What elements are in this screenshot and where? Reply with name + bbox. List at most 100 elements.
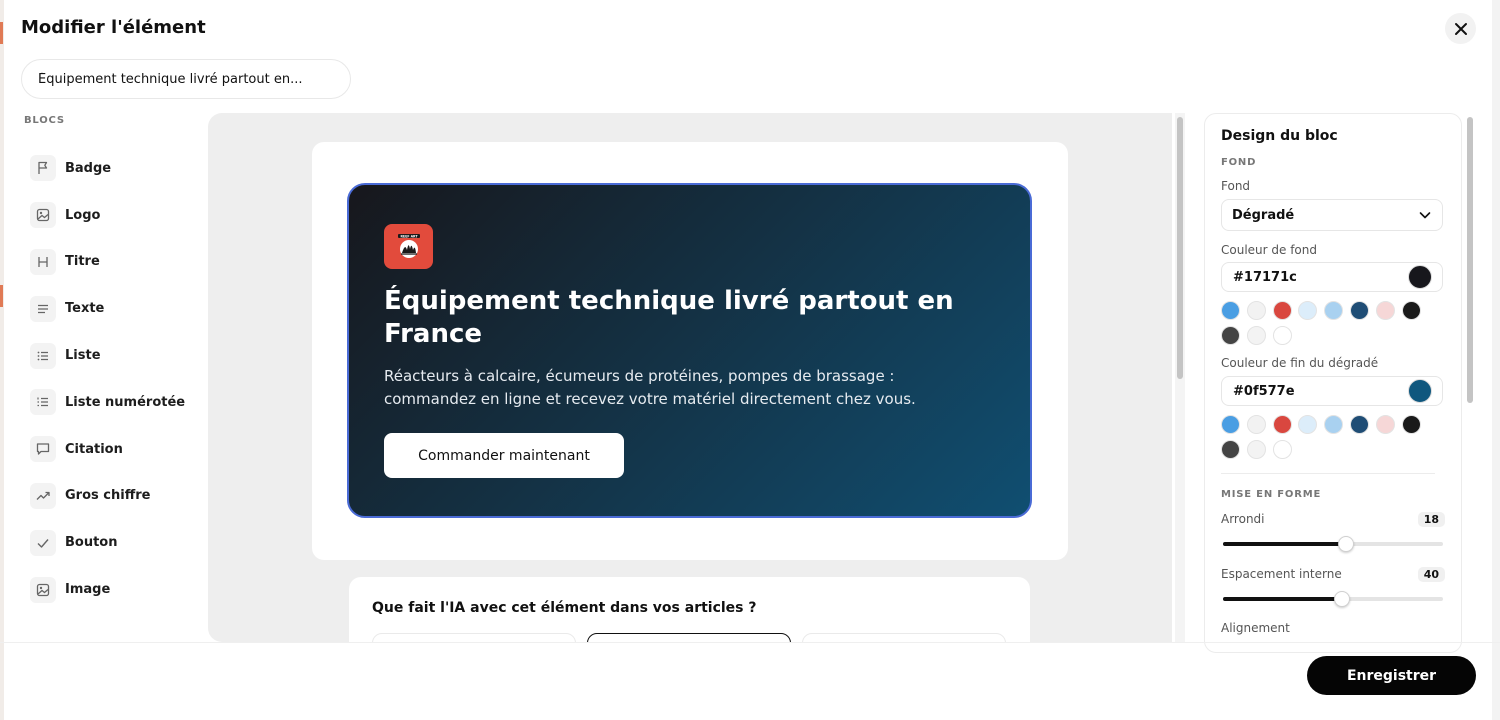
close-button[interactable] [1445, 13, 1476, 44]
block-item-label: Liste numérotée [65, 394, 186, 410]
bg-color-label: Couleur de fond [1221, 243, 1317, 257]
color-swatch[interactable] [1221, 440, 1240, 459]
blocks-heading: BLOCS [24, 115, 65, 126]
ai-option[interactable] [802, 633, 1006, 642]
bg-swatch-grid [1221, 301, 1443, 345]
block-item-label: Liste [65, 348, 101, 364]
block-item-label: Gros chiffre [65, 488, 151, 504]
fond-label: Fond [1221, 179, 1251, 193]
color-swatch[interactable] [1349, 301, 1369, 320]
color-swatch[interactable] [1272, 326, 1292, 345]
color-swatch[interactable] [1221, 415, 1240, 434]
color-swatch[interactable] [1246, 415, 1266, 434]
canvas-scrollbar[interactable] [1175, 113, 1185, 642]
footer-divider [0, 642, 1500, 643]
color-swatch[interactable] [1401, 415, 1421, 434]
divider [1221, 473, 1435, 474]
block-item-liste-numerotee[interactable]: Liste numérotée [30, 379, 205, 426]
radius-label: Arrondi [1221, 512, 1265, 526]
alignment-label: Alignement [1221, 621, 1290, 635]
end-color-preview[interactable] [1408, 379, 1432, 403]
image-icon [36, 583, 50, 596]
block-item-label: Logo [65, 207, 101, 223]
slider-handle[interactable] [1338, 536, 1355, 552]
element-name-input[interactable] [21, 59, 351, 99]
block-item-gros-chiffre[interactable]: Gros chiffre [30, 473, 205, 520]
right-edge-strip [1492, 0, 1500, 720]
block-item-bouton[interactable]: Bouton [30, 519, 205, 566]
slider-handle[interactable] [1333, 591, 1350, 607]
flag-icon [38, 162, 48, 175]
ai-option[interactable] [372, 633, 576, 642]
block-item-titre[interactable]: Titre [30, 239, 205, 286]
color-swatch[interactable] [1272, 415, 1292, 434]
block-item-label: Citation [65, 441, 123, 457]
color-swatch[interactable] [1246, 440, 1266, 459]
end-swatch-grid [1221, 415, 1443, 459]
fond-select[interactable]: Dégradé [1221, 199, 1443, 231]
padding-value-badge: 40 [1417, 567, 1445, 582]
end-color-label: Couleur de fin du dégradé [1221, 356, 1379, 370]
scrollbar-thumb[interactable] [1177, 117, 1183, 379]
modal-title: Modifier l'élément [21, 17, 206, 38]
color-swatch[interactable] [1298, 415, 1318, 434]
hero-cta-button[interactable]: Commander maintenant [384, 433, 624, 478]
hero-block[interactable]: REEF ART Équipement technique livré part… [347, 183, 1032, 518]
block-item-image[interactable]: Image [30, 566, 205, 613]
color-swatch[interactable] [1246, 326, 1266, 345]
radius-slider[interactable] [1223, 536, 1443, 552]
block-item-citation[interactable]: Citation [30, 426, 205, 473]
quote-bubble-icon [36, 443, 50, 455]
list-icon [37, 351, 48, 360]
color-swatch[interactable] [1221, 301, 1240, 320]
image-icon [36, 209, 50, 222]
block-item-label: Texte [65, 301, 105, 317]
hero-description: Réacteurs à calcaire, écumeurs de protéi… [384, 367, 916, 408]
logo-text: REEF ART [400, 234, 418, 238]
block-item-label: Badge [65, 160, 112, 176]
block-item-badge[interactable]: Badge [30, 145, 205, 192]
scrollbar-thumb[interactable] [1467, 117, 1473, 403]
fond-select-value: Dégradé [1232, 207, 1295, 223]
design-panel: Design du bloc FOND Fond Dégradé Couleur… [1204, 113, 1462, 653]
left-edge-strip [0, 0, 4, 720]
edge-mark [0, 285, 3, 307]
end-color-field[interactable]: #0f577e [1221, 376, 1443, 406]
color-swatch[interactable] [1246, 301, 1266, 320]
color-swatch[interactable] [1272, 440, 1292, 459]
close-icon [1454, 22, 1467, 35]
padding-slider[interactable] [1223, 591, 1443, 607]
color-swatch[interactable] [1375, 415, 1395, 434]
color-swatch[interactable] [1324, 415, 1344, 434]
color-swatch[interactable] [1349, 415, 1369, 434]
bg-color-field[interactable]: #17171c [1221, 262, 1443, 292]
color-swatch[interactable] [1298, 301, 1318, 320]
design-panel-title: Design du bloc [1221, 128, 1338, 144]
slider-fill [1223, 597, 1342, 601]
preview-card: REEF ART Équipement technique livré part… [312, 142, 1068, 560]
ai-option-selected[interactable] [587, 633, 791, 642]
block-item-label: Titre [65, 254, 100, 270]
bg-color-preview[interactable] [1408, 265, 1432, 289]
block-item-texte[interactable]: Texte [30, 285, 205, 332]
block-item-logo[interactable]: Logo [30, 192, 205, 239]
save-button[interactable]: Enregistrer [1307, 656, 1476, 695]
heading-icon [38, 256, 48, 267]
padding-label: Espacement interne [1221, 567, 1342, 581]
bg-color-hex: #17171c [1233, 269, 1297, 285]
color-swatch[interactable] [1375, 301, 1395, 320]
preview-canvas: REEF ART Équipement technique livré part… [208, 113, 1172, 642]
block-item-liste[interactable]: Liste [30, 332, 205, 379]
slider-fill [1223, 542, 1347, 546]
color-swatch[interactable] [1401, 301, 1421, 320]
color-swatch[interactable] [1221, 326, 1240, 345]
reef-art-logo-icon: REEF ART [397, 233, 420, 258]
color-swatch[interactable] [1324, 301, 1344, 320]
color-swatch[interactable] [1272, 301, 1292, 320]
panel-scrollbar[interactable] [1465, 113, 1475, 653]
hero-title: Équipement technique livré partout en Fr… [384, 286, 954, 349]
text-lines-icon [38, 304, 48, 313]
end-color-hex: #0f577e [1233, 383, 1295, 399]
block-item-label: Bouton [65, 535, 118, 551]
chevron-down-icon [1419, 212, 1431, 219]
